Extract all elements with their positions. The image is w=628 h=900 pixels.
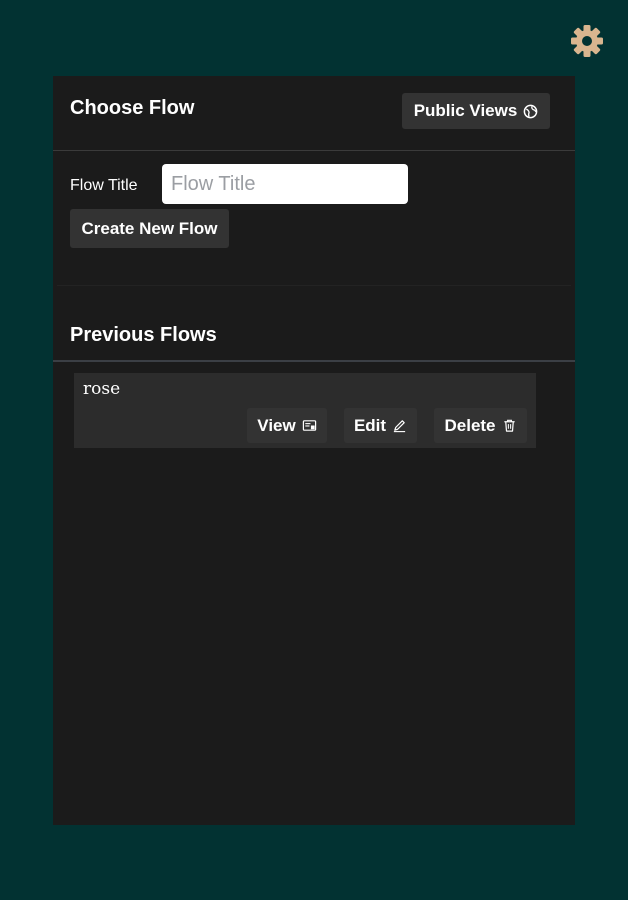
flow-title-label: Flow Title: [70, 177, 138, 194]
edit-label: Edit: [353, 415, 387, 435]
flow-name: rose: [83, 379, 121, 399]
pencil-icon: [393, 420, 406, 433]
flow-title-input[interactable]: [162, 164, 408, 204]
delete-button[interactable]: Delete: [434, 408, 527, 443]
view-button[interactable]: View: [247, 408, 327, 443]
view-icon: [302, 420, 316, 431]
panel-header: Choose Flow Public Views: [53, 76, 575, 151]
create-flow-section: Flow Title Create New Flow: [57, 151, 571, 286]
gear-icon[interactable]: [569, 23, 605, 59]
view-label: View: [257, 415, 296, 435]
previous-flows-title: Previous Flows: [70, 324, 217, 346]
globe-icon: [523, 104, 538, 118]
create-new-flow-button[interactable]: Create New Flow: [70, 209, 229, 248]
trash-icon: [503, 419, 515, 432]
delete-label: Delete: [444, 415, 496, 435]
public-views-button[interactable]: Public Views: [402, 93, 550, 129]
edit-button[interactable]: Edit: [344, 408, 417, 443]
public-views-label: Public Views: [413, 101, 518, 120]
list-item: rose View Edit Delete: [74, 373, 536, 448]
page-title: Choose Flow: [70, 97, 195, 119]
previous-flows-header: Previous Flows: [53, 286, 575, 362]
choose-flow-panel: Choose Flow Public Views Flow Title Crea…: [53, 76, 575, 825]
